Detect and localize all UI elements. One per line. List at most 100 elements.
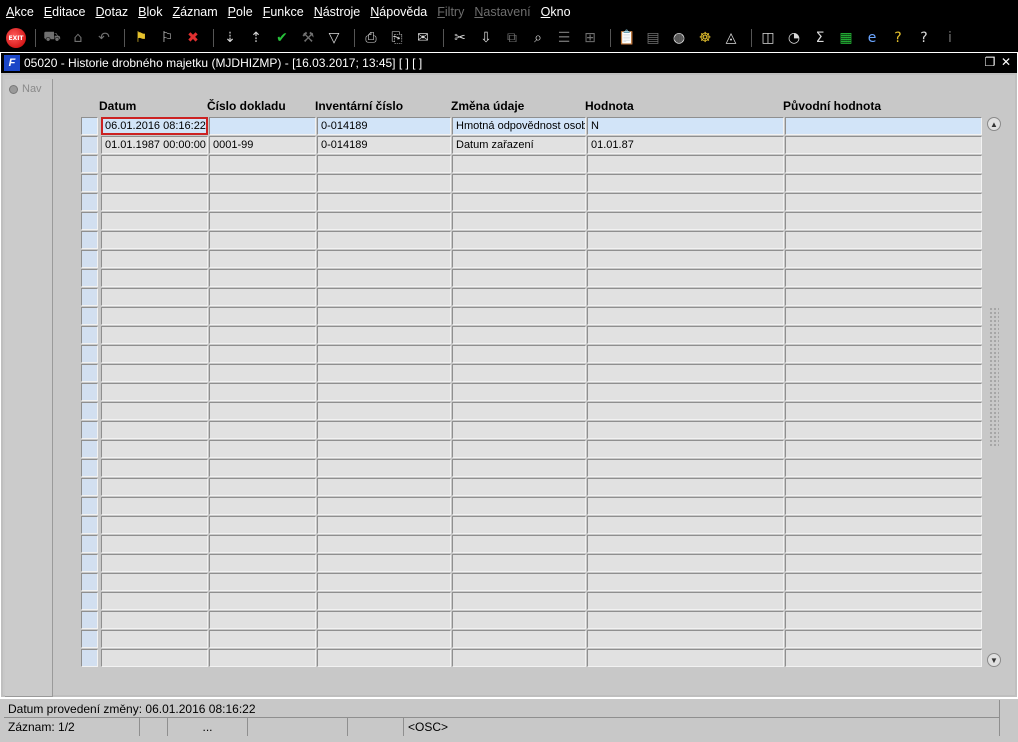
restore-window-icon[interactable]: ❐ xyxy=(983,55,997,69)
table-cell[interactable] xyxy=(785,611,982,629)
table-cell[interactable] xyxy=(209,269,316,287)
table-cell[interactable] xyxy=(317,630,451,648)
table-cell[interactable] xyxy=(101,231,208,249)
row-selector[interactable] xyxy=(81,250,98,268)
table-row[interactable] xyxy=(81,345,983,364)
table-cell[interactable] xyxy=(317,383,451,401)
table-cell[interactable] xyxy=(317,155,451,173)
table-cell[interactable] xyxy=(209,193,316,211)
table-cell[interactable] xyxy=(452,383,586,401)
table-cell[interactable] xyxy=(209,478,316,496)
table-row[interactable] xyxy=(81,250,983,269)
row-selector[interactable] xyxy=(81,497,98,515)
table-cell[interactable] xyxy=(317,250,451,268)
table-cell[interactable] xyxy=(587,478,784,496)
table-cell[interactable] xyxy=(209,516,316,534)
table-cell[interactable]: 0-014189 xyxy=(317,117,451,135)
table-cell[interactable] xyxy=(209,497,316,515)
table-row[interactable] xyxy=(81,611,983,630)
table-cell[interactable] xyxy=(452,155,586,173)
table-cell[interactable] xyxy=(101,364,208,382)
table-row[interactable] xyxy=(81,478,983,497)
table-cell[interactable] xyxy=(317,288,451,306)
table-cell[interactable] xyxy=(101,630,208,648)
scroll-down-icon[interactable]: ▼ xyxy=(987,653,1001,667)
table-cell[interactable] xyxy=(209,592,316,610)
table-cell[interactable] xyxy=(452,288,586,306)
menu-dotaz[interactable]: Dotaz xyxy=(96,5,129,19)
table-cell[interactable] xyxy=(785,497,982,515)
close-window-icon[interactable]: ✕ xyxy=(999,55,1013,69)
table-row[interactable] xyxy=(81,307,983,326)
row-selector[interactable] xyxy=(81,364,98,382)
table-cell[interactable] xyxy=(101,288,208,306)
table-cell[interactable] xyxy=(785,155,982,173)
table-cell[interactable] xyxy=(101,421,208,439)
table-cell[interactable] xyxy=(209,383,316,401)
table-cell[interactable]: Hmotná odpovědnost osob xyxy=(452,117,586,135)
table-cell[interactable] xyxy=(452,421,586,439)
table-cell[interactable] xyxy=(587,269,784,287)
table-row[interactable] xyxy=(81,288,983,307)
cut-icon[interactable]: ✂ xyxy=(449,27,471,49)
table-cell[interactable] xyxy=(587,459,784,477)
table-cell[interactable] xyxy=(452,231,586,249)
table-cell[interactable] xyxy=(101,554,208,572)
table-cell[interactable] xyxy=(101,497,208,515)
row-selector[interactable] xyxy=(81,440,98,458)
wheel-icon[interactable]: ☸ xyxy=(694,27,716,49)
table-row[interactable] xyxy=(81,630,983,649)
table-cell[interactable] xyxy=(587,554,784,572)
table-row[interactable] xyxy=(81,440,983,459)
table-row[interactable] xyxy=(81,573,983,592)
scroll-up-icon[interactable]: ▲ xyxy=(987,117,1001,131)
row-selector[interactable] xyxy=(81,231,98,249)
table-row[interactable] xyxy=(81,497,983,516)
sum-icon[interactable]: Σ xyxy=(809,27,831,49)
filter-icon[interactable]: ▽ xyxy=(323,27,345,49)
table-row[interactable] xyxy=(81,269,983,288)
table-cell[interactable] xyxy=(452,326,586,344)
table-cell[interactable] xyxy=(587,497,784,515)
table-cell[interactable] xyxy=(101,440,208,458)
table-cell[interactable] xyxy=(209,174,316,192)
internet-explorer-icon[interactable]: e xyxy=(861,27,883,49)
table-cell[interactable] xyxy=(209,611,316,629)
table-cell[interactable] xyxy=(209,155,316,173)
table-cell[interactable] xyxy=(785,269,982,287)
paste-icon[interactable]: ⇩ xyxy=(475,27,497,49)
table-cell[interactable] xyxy=(452,554,586,572)
row-selector[interactable] xyxy=(81,554,98,572)
table-cell[interactable] xyxy=(785,307,982,325)
row-selector[interactable] xyxy=(81,155,98,173)
table-row[interactable] xyxy=(81,402,983,421)
menu-nápověda[interactable]: Nápověda xyxy=(370,5,427,19)
menu-editace[interactable]: Editace xyxy=(44,5,86,19)
table-cell[interactable] xyxy=(587,421,784,439)
table-cell[interactable] xyxy=(209,554,316,572)
table-row[interactable] xyxy=(81,231,983,250)
table-cell[interactable]: N xyxy=(587,117,784,135)
table-cell[interactable] xyxy=(785,516,982,534)
table-cell[interactable] xyxy=(587,231,784,249)
table-cell[interactable] xyxy=(785,250,982,268)
row-selector[interactable] xyxy=(81,649,98,667)
table-cell[interactable]: 01.01.1987 00:00:00 xyxy=(101,136,208,154)
row-selector[interactable] xyxy=(81,326,98,344)
table-cell[interactable] xyxy=(785,288,982,306)
row-selector[interactable] xyxy=(81,611,98,629)
table-cell[interactable] xyxy=(452,611,586,629)
query-cancel-icon[interactable]: ✖ xyxy=(182,27,204,49)
table-cell[interactable] xyxy=(317,193,451,211)
table-cell[interactable] xyxy=(101,155,208,173)
table-cell[interactable] xyxy=(209,307,316,325)
table-cell[interactable] xyxy=(587,288,784,306)
table-cell[interactable] xyxy=(785,573,982,591)
query-enter-icon[interactable]: ⚑ xyxy=(130,27,152,49)
menu-funkce[interactable]: Funkce xyxy=(263,5,304,19)
menu-akce[interactable]: Akce xyxy=(6,5,34,19)
table-cell[interactable] xyxy=(317,573,451,591)
table-cell[interactable] xyxy=(317,459,451,477)
table-cell[interactable] xyxy=(317,269,451,287)
table-cell[interactable] xyxy=(209,364,316,382)
